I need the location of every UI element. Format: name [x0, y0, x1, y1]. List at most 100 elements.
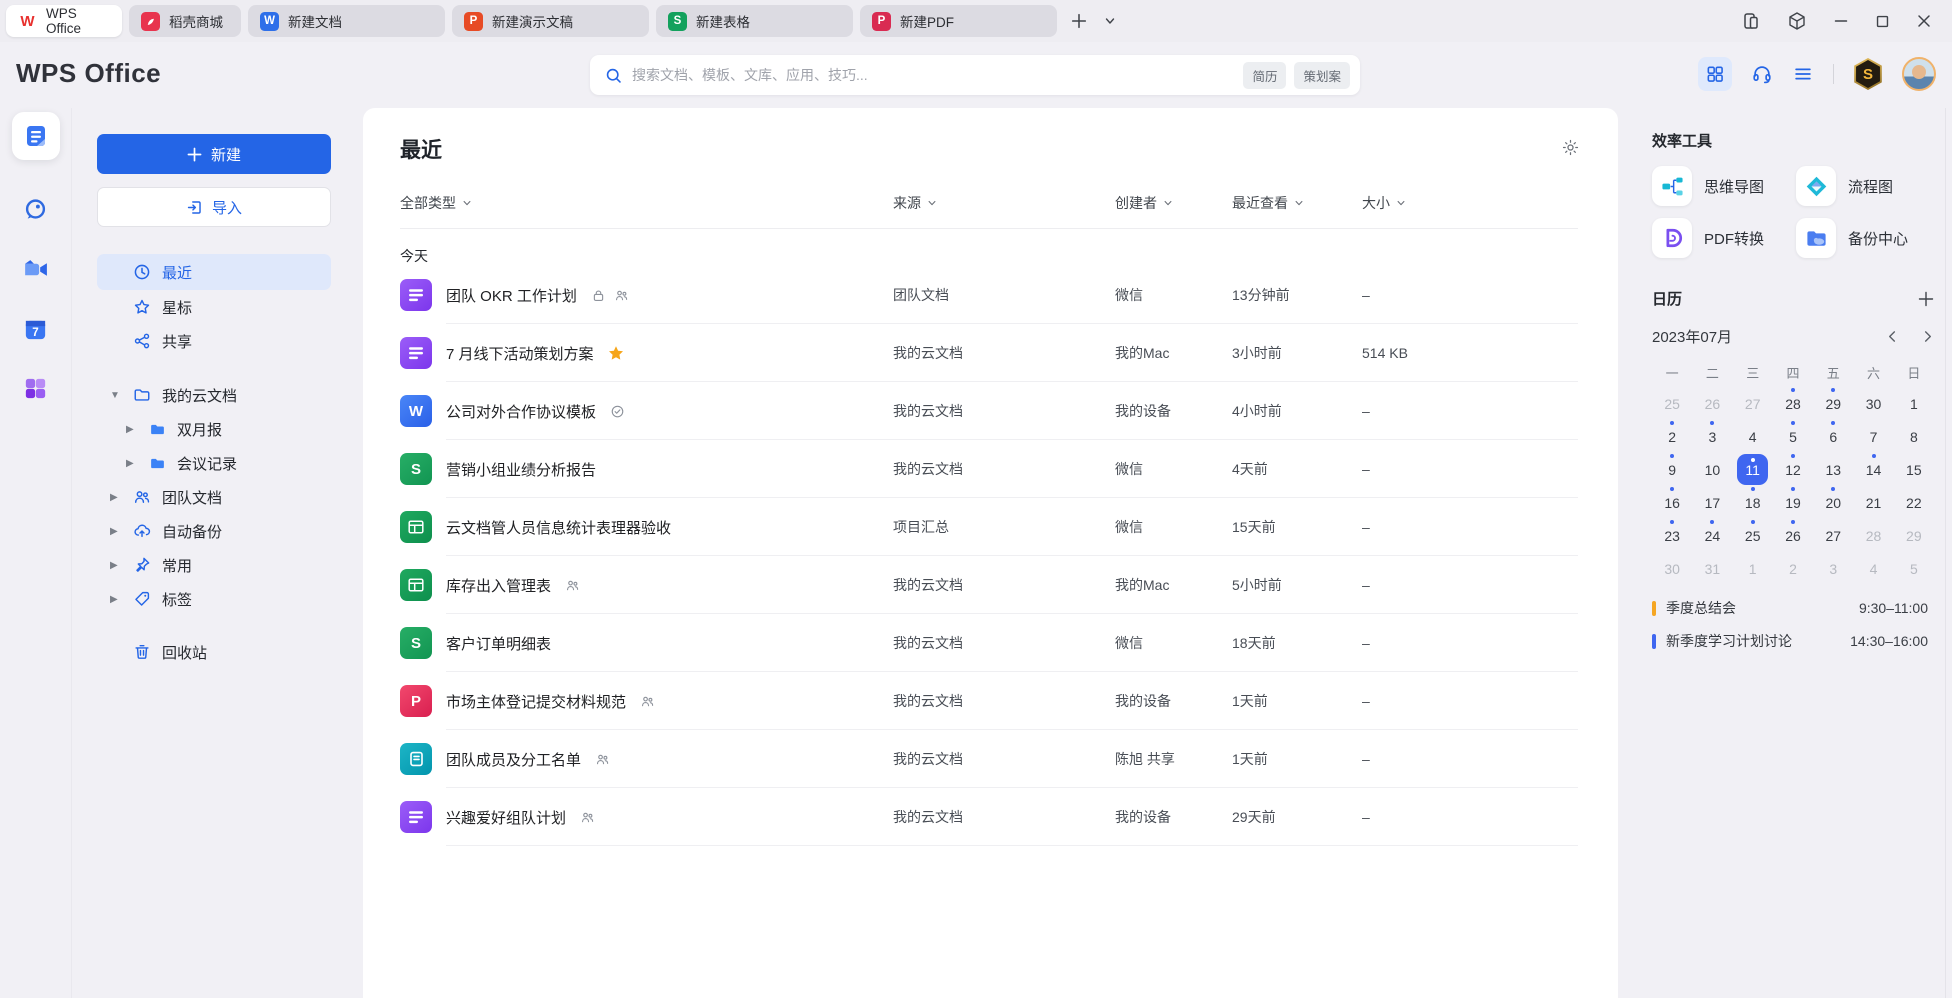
file-row[interactable]: 团队成员及分工名单 我的云文档 陈旭 共享 1天前 –: [400, 730, 1578, 788]
rail-apps-button[interactable]: [22, 375, 49, 402]
expander-right-icon[interactable]: ▶: [110, 526, 118, 537]
sidebar-item-team-docs[interactable]: ▶ 团队文档: [97, 480, 331, 514]
calendar-event[interactable]: 新季度学习计划讨论 14:30–16:00: [1652, 631, 1934, 651]
calendar-day[interactable]: 18: [1733, 486, 1773, 519]
calendar-day[interactable]: 28: [1853, 519, 1893, 552]
filter-creator[interactable]: 创建者: [1115, 193, 1232, 213]
calendar-day[interactable]: 26: [1692, 387, 1732, 420]
sidebar-item-bimonthly-report[interactable]: ▶ 双月报: [97, 412, 331, 446]
file-row[interactable]: 云文档管人员信息统计表理器验收 项目汇总 微信 15天前 –: [400, 498, 1578, 556]
calendar-day[interactable]: 14: [1853, 453, 1893, 486]
filter-all-types[interactable]: 全部类型: [400, 193, 893, 213]
tool-pdf-convert[interactable]: PDF转换: [1652, 218, 1790, 258]
calendar-day[interactable]: 26: [1773, 519, 1813, 552]
calendar-day[interactable]: 2: [1652, 420, 1692, 453]
new-tab-button[interactable]: [1070, 12, 1088, 30]
close-button[interactable]: [1916, 13, 1932, 29]
file-row[interactable]: 库存出入管理表 我的云文档 我的Mac 5小时前 –: [400, 556, 1578, 614]
list-settings-button[interactable]: [1561, 138, 1580, 157]
sidebar-item-shared[interactable]: 共享: [97, 324, 331, 358]
tab-new-presentation[interactable]: P 新建演示文稿: [452, 5, 649, 37]
calendar-day[interactable]: 1: [1733, 552, 1773, 585]
expander-right-icon[interactable]: ▶: [110, 594, 118, 605]
calendar-day[interactable]: 16: [1652, 486, 1692, 519]
expander-right-icon[interactable]: ▶: [110, 492, 118, 503]
calendar-day[interactable]: 21: [1853, 486, 1893, 519]
rail-documents-active[interactable]: [12, 112, 60, 160]
calendar-day[interactable]: 27: [1813, 519, 1853, 552]
calendar-day[interactable]: 13: [1813, 453, 1853, 486]
calendar-day[interactable]: 3: [1813, 552, 1853, 585]
import-button[interactable]: 导入: [97, 187, 331, 227]
sidebar-item-my-cloud-docs[interactable]: ▼ 我的云文档: [97, 378, 331, 412]
calendar-day[interactable]: 28: [1773, 387, 1813, 420]
tab-list-chevron-button[interactable]: [1104, 15, 1116, 27]
calendar-day[interactable]: 12: [1773, 453, 1813, 486]
calendar-day[interactable]: 20: [1813, 486, 1853, 519]
calendar-day[interactable]: 4: [1853, 552, 1893, 585]
calendar-day[interactable]: 27: [1733, 387, 1773, 420]
calendar-event[interactable]: 季度总结会 9:30–11:00: [1652, 598, 1934, 618]
file-row[interactable]: 团队 OKR 工作计划 团队文档 微信 13分钟前 –: [400, 266, 1578, 324]
calendar-day[interactable]: 3: [1692, 420, 1732, 453]
calendar-day[interactable]: 29: [1894, 519, 1934, 552]
avatar[interactable]: [1902, 57, 1936, 91]
tab-wps-office[interactable]: W WPS Office: [6, 5, 122, 37]
tool-backup-center[interactable]: 备份中心: [1796, 218, 1934, 258]
calendar-day[interactable]: 25: [1733, 519, 1773, 552]
calendar-day[interactable]: 10: [1692, 453, 1732, 486]
search-suggestion-chip[interactable]: 策划案: [1294, 62, 1350, 89]
filter-source[interactable]: 来源: [893, 193, 1115, 213]
calendar-day[interactable]: 1: [1894, 387, 1934, 420]
calendar-day[interactable]: 30: [1652, 552, 1692, 585]
expander-right-icon[interactable]: ▶: [126, 458, 134, 469]
calendar-day[interactable]: 8: [1894, 420, 1934, 453]
calendar-day[interactable]: 24: [1692, 519, 1732, 552]
calendar-prev-button[interactable]: [1886, 330, 1899, 343]
calendar-day[interactable]: 11: [1733, 453, 1773, 486]
expander-right-icon[interactable]: ▶: [110, 560, 118, 571]
rail-chat-button[interactable]: [22, 196, 49, 223]
global-search-bar[interactable]: 简历 策划案: [590, 55, 1360, 95]
sidebar-item-frequently-used[interactable]: ▶ 常用: [97, 548, 331, 582]
minimize-button[interactable]: [1833, 13, 1849, 29]
file-row[interactable]: 7 月线下活动策划方案 我的云文档 我的Mac 3小时前 514 KB: [400, 324, 1578, 382]
sidebar-item-tags[interactable]: ▶ 标签: [97, 582, 331, 616]
sidebar-item-auto-backup[interactable]: ▶ 自动备份: [97, 514, 331, 548]
main-menu-hamburger-button[interactable]: [1792, 63, 1814, 85]
new-document-button[interactable]: 新建: [97, 134, 331, 174]
tool-flowchart[interactable]: 流程图: [1796, 166, 1934, 206]
vip-member-badge-icon[interactable]: S: [1853, 58, 1883, 90]
rail-calendar-button[interactable]: 7: [22, 316, 49, 343]
calendar-day[interactable]: 5: [1773, 420, 1813, 453]
expander-down-icon[interactable]: ▼: [110, 390, 120, 401]
home-grid-button[interactable]: [1698, 57, 1732, 91]
file-row[interactable]: P 市场主体登记提交材料规范 我的云文档 我的设备 1天前 –: [400, 672, 1578, 730]
search-input[interactable]: [632, 67, 1235, 83]
filter-last-viewed[interactable]: 最近查看: [1232, 193, 1362, 213]
calendar-day[interactable]: 29: [1813, 387, 1853, 420]
calendar-day[interactable]: 30: [1853, 387, 1893, 420]
tab-new-spreadsheet[interactable]: S 新建表格: [656, 5, 853, 37]
calendar-day[interactable]: 19: [1773, 486, 1813, 519]
filter-size[interactable]: 大小: [1362, 193, 1578, 213]
calendar-day[interactable]: 9: [1652, 453, 1692, 486]
sidebar-item-trash[interactable]: 回收站: [97, 635, 331, 669]
support-headset-button[interactable]: [1751, 63, 1773, 85]
file-row[interactable]: S 客户订单明细表 我的云文档 微信 18天前 –: [400, 614, 1578, 672]
expander-right-icon[interactable]: ▶: [126, 424, 134, 435]
calendar-next-button[interactable]: [1921, 330, 1934, 343]
sidebar-item-starred[interactable]: 星标: [97, 290, 331, 324]
tab-new-pdf[interactable]: P 新建PDF: [860, 5, 1057, 37]
sidebar-item-recent[interactable]: 最近: [97, 254, 331, 290]
sidebar-item-meeting-notes[interactable]: ▶ 会议记录: [97, 446, 331, 480]
calendar-day[interactable]: 5: [1894, 552, 1934, 585]
calendar-day[interactable]: 22: [1894, 486, 1934, 519]
calendar-day[interactable]: 7: [1853, 420, 1893, 453]
file-row[interactable]: 兴趣爱好组队计划 我的云文档 我的设备 29天前 –: [400, 788, 1578, 846]
file-row[interactable]: W 公司对外合作协议模板 我的云文档 我的设备 4小时前 –: [400, 382, 1578, 440]
file-row[interactable]: S 营销小组业绩分析报告 我的云文档 微信 4天前 –: [400, 440, 1578, 498]
add-event-button[interactable]: [1918, 291, 1934, 307]
calendar-day[interactable]: 6: [1813, 420, 1853, 453]
rail-meeting-button[interactable]: [21, 255, 50, 284]
